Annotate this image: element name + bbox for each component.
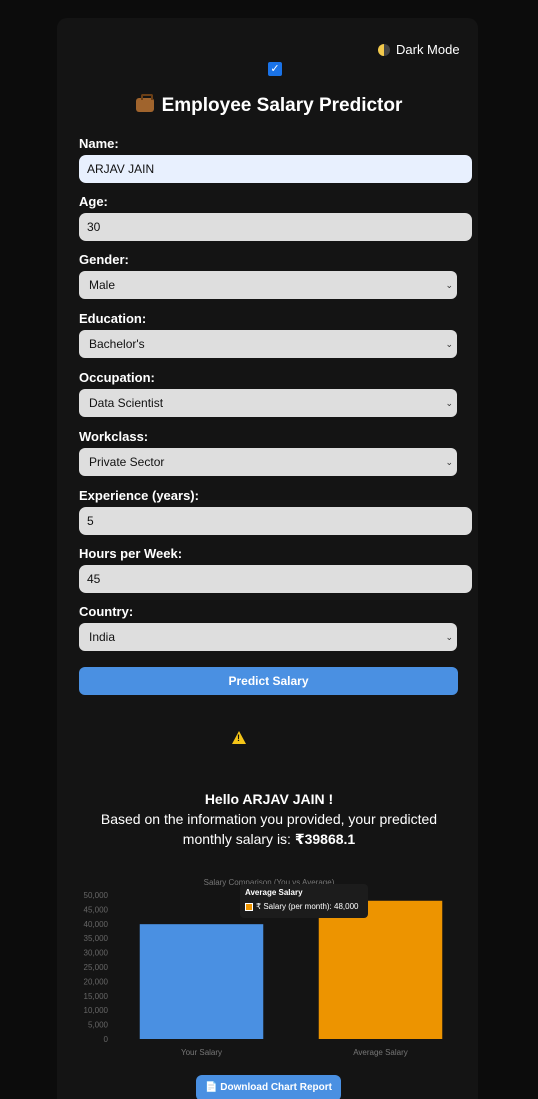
bar-average-salary <box>318 900 443 1039</box>
y-tick-label: 5,000 <box>88 1021 109 1030</box>
y-tick-label: 45,000 <box>84 905 109 914</box>
document-icon: 📄 <box>205 1082 218 1093</box>
y-tick-label: 25,000 <box>84 963 109 972</box>
bar-your-salary <box>139 924 264 1039</box>
y-tick-label: 30,000 <box>84 949 109 958</box>
tooltip-title: Average Salary <box>245 888 303 897</box>
y-tick-label: 0 <box>104 1035 109 1044</box>
y-tick-label: 15,000 <box>84 992 109 1001</box>
y-tick-label: 20,000 <box>84 977 109 986</box>
y-tick-label: 10,000 <box>84 1006 109 1015</box>
chart-tooltip: Average Salary ₹ Salary (per month): 48,… <box>240 884 368 918</box>
y-tick-label: 40,000 <box>84 920 109 929</box>
download-label: Download Chart Report <box>220 1082 332 1093</box>
x-tick-label: Average Salary <box>353 1048 408 1057</box>
x-tick-label: Your Salary <box>181 1048 222 1057</box>
y-tick-label: 50,000 <box>84 891 109 900</box>
salary-chart: Salary Comparison (You vs Average)05,000… <box>84 878 443 1057</box>
y-tick-label: 35,000 <box>84 934 109 943</box>
download-chart-button[interactable]: 📄 Download Chart Report <box>196 1075 341 1099</box>
tooltip-text: ₹ Salary (per month): 48,000 <box>256 902 359 911</box>
tooltip-swatch <box>245 902 253 911</box>
